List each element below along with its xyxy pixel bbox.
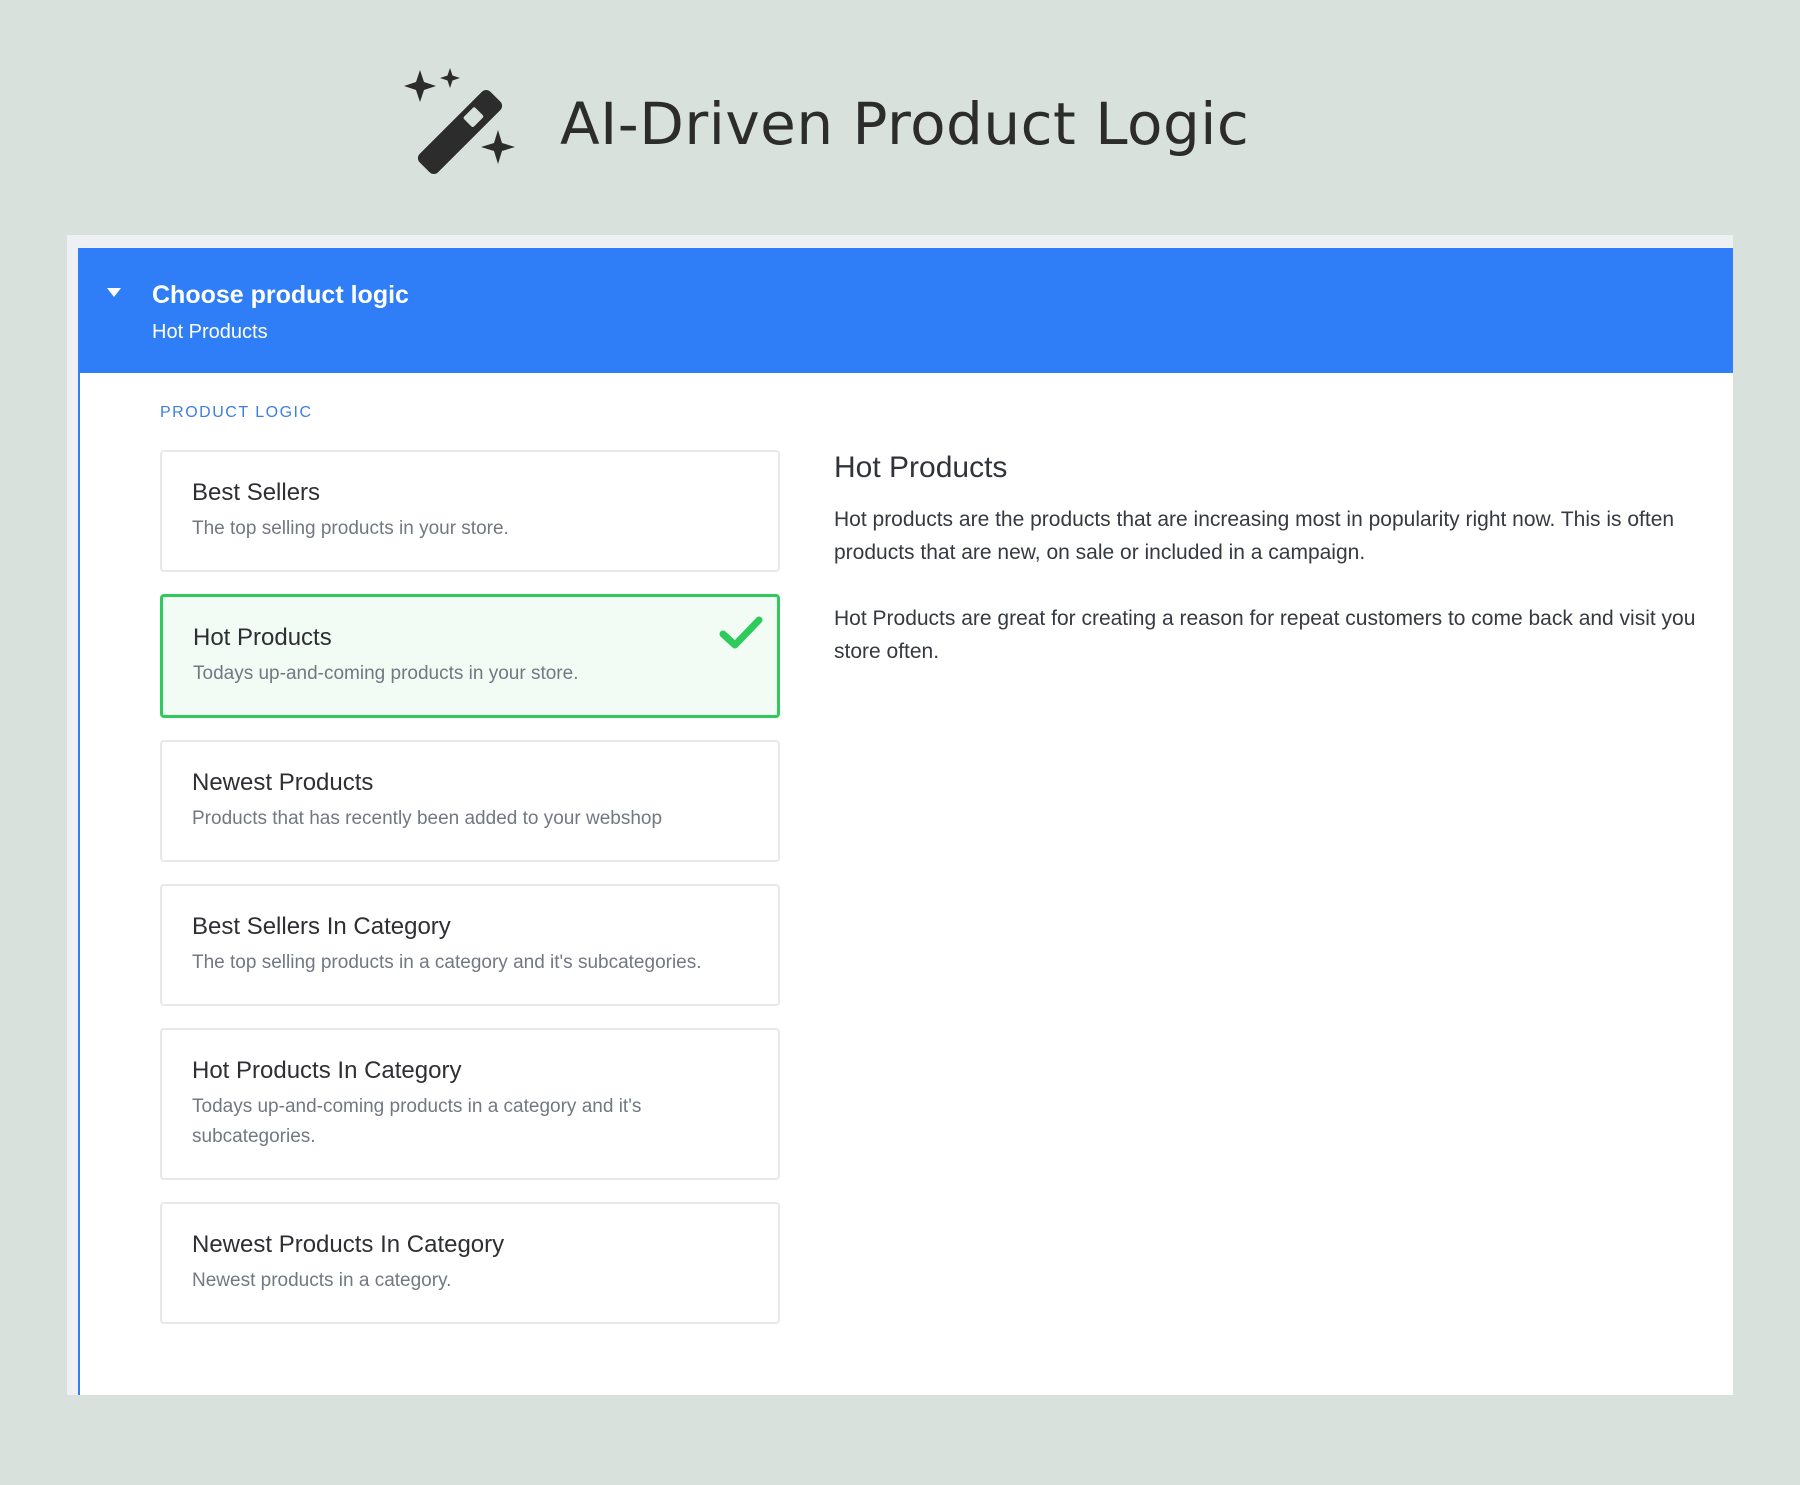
magic-wand-icon xyxy=(404,68,515,175)
option-best-sellers[interactable]: Best Sellers The top selling products in… xyxy=(160,450,780,572)
option-hot-products-in-category[interactable]: Hot Products In Category Todays up-and-c… xyxy=(160,1028,780,1180)
panel-subtitle: Hot Products xyxy=(152,321,268,343)
option-title: Hot Products xyxy=(193,624,332,651)
product-logic-panel: Choose product logic Hot Products PRODUC… xyxy=(67,235,1733,1395)
option-title: Hot Products In Category xyxy=(192,1057,462,1084)
panel-title: Choose product logic xyxy=(152,281,409,309)
detail-paragraph: Hot Products are great for creating a re… xyxy=(834,607,1696,663)
caret-down-icon[interactable] xyxy=(107,288,121,297)
option-description: Newest products in a category. xyxy=(192,1270,452,1291)
hero-title: AI-Driven Product Logic xyxy=(560,90,1250,158)
logic-detail: Hot Products Hot products are the produc… xyxy=(834,451,1704,701)
logic-options-list: Best Sellers The top selling products in… xyxy=(160,450,780,1346)
detail-paragraph: Hot products are the products that are i… xyxy=(834,508,1675,564)
option-description: Todays up-and-coming products in your st… xyxy=(193,663,579,684)
section-label: PRODUCT LOGIC xyxy=(160,404,313,421)
panel-header[interactable]: Choose product logic Hot Products xyxy=(78,248,1733,373)
option-description: Products that has recently been added to… xyxy=(192,808,663,829)
panel-body: PRODUCT LOGIC Best Sellers The top selli… xyxy=(78,373,1733,1395)
option-title: Best Sellers xyxy=(192,479,321,506)
option-best-sellers-in-category[interactable]: Best Sellers In Category The top selling… xyxy=(160,884,780,1006)
option-newest-products[interactable]: Newest Products Products that has recent… xyxy=(160,740,780,862)
option-hot-products[interactable]: Hot Products Todays up-and-coming produc… xyxy=(160,594,780,718)
option-description: The top selling products in a category a… xyxy=(192,952,702,973)
option-title: Newest Products xyxy=(192,769,374,796)
option-title: Newest Products In Category xyxy=(192,1231,505,1258)
option-description: The top selling products in your store. xyxy=(192,518,509,539)
hero-header: AI-Driven Product Logic xyxy=(400,64,1249,184)
checkmark-icon xyxy=(719,616,763,649)
option-title: Best Sellers In Category xyxy=(192,913,451,940)
option-description: Todays up-and-coming products in a categ… xyxy=(192,1096,642,1147)
option-newest-products-in-category[interactable]: Newest Products In Category Newest produ… xyxy=(160,1202,780,1324)
detail-title: Hot Products xyxy=(834,451,1008,484)
